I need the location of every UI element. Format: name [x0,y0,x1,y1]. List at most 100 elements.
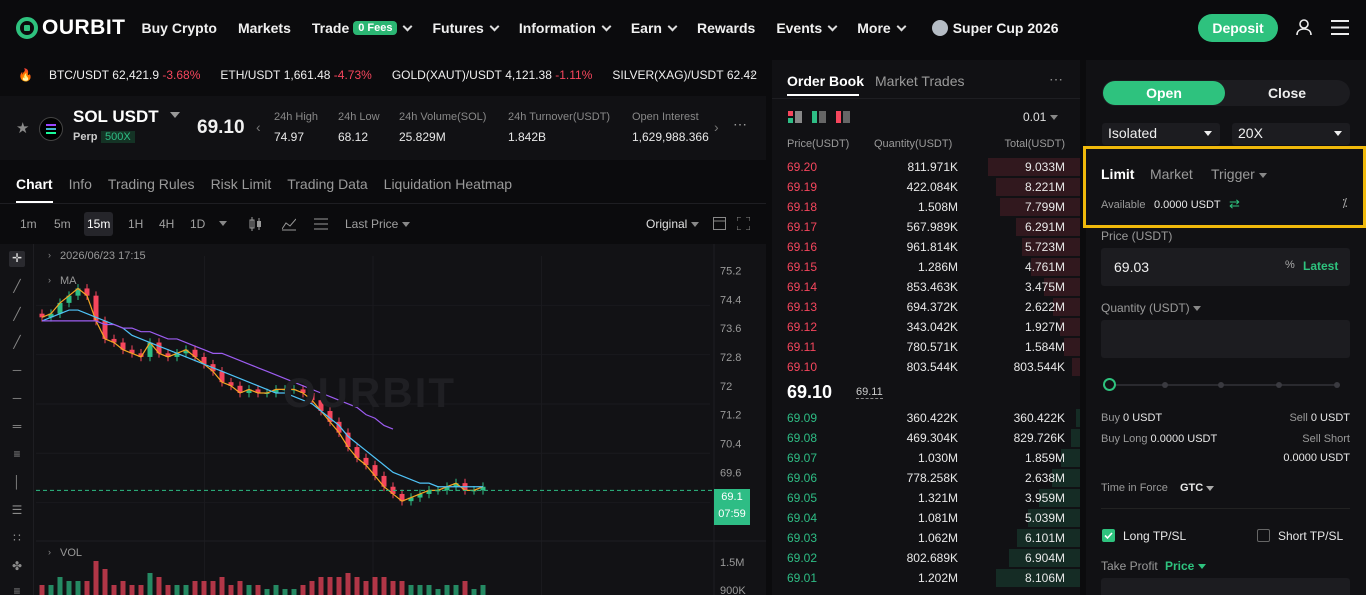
horizontal-ray-icon[interactable]: ─ [9,391,25,407]
ticker-item[interactable]: ETH/USDT 1,661.48 -4.73% [220,68,371,82]
bid-row[interactable]: 69.05 1.321M 3.959M [772,488,1080,508]
close-tab[interactable]: Close [1226,81,1348,105]
chart-area[interactable]: 75.2 74.4 73.6 72.8 72 71.2 70.4 69.6 1.5M 900K 2… [0,244,766,595]
price-chart[interactable]: 75.2 74.4 73.6 72.8 72 71.2 70.4 69.6 1.5M 900K [0,244,766,595]
slider-step[interactable] [1276,382,1282,388]
nav-more[interactable]: More [857,20,907,36]
margin-mode-select[interactable]: Isolated [1102,123,1220,145]
more-tools-icon[interactable]: ≡ [9,584,25,595]
ma-label[interactable]: MA [60,275,77,287]
stats-prev-icon[interactable]: ‹ [256,119,261,135]
time-in-force-select[interactable]: GTC [1180,482,1215,494]
tab-market-trades[interactable]: Market Trades [875,73,964,89]
quantity-label-select[interactable]: Quantity (USDT) [1101,301,1202,315]
book-bids-icon[interactable] [812,111,826,123]
nav-markets[interactable]: Markets [238,20,291,36]
nav-earn[interactable]: Earn [631,20,678,36]
symbol-name[interactable]: SOL USDT [73,107,159,127]
short-tpsl-label[interactable]: Short TP/SL [1278,529,1343,543]
stats-next-icon[interactable]: › [714,119,719,135]
crosshair-tool-icon[interactable]: ✛ [9,251,25,267]
interval-1h[interactable]: 1H [128,217,143,231]
price-line-icon[interactable]: ≡ [9,447,25,463]
indicator-icon[interactable] [282,217,296,231]
ask-row[interactable]: 69.12 343.042K 1.927M [772,317,1080,337]
pattern-icon[interactable]: ∷ [9,531,25,547]
interval-15m[interactable]: 15m [84,212,114,236]
nav-information[interactable]: Information [519,20,612,36]
collapse-arrow-icon[interactable]: › [48,250,51,260]
menu-icon[interactable] [1331,20,1349,35]
tab-order-book[interactable]: Order Book [787,73,864,89]
bid-row[interactable]: 69.08 469.304K 829.726K [772,428,1080,448]
book-both-icon[interactable] [788,111,802,123]
ask-row[interactable]: 69.10 803.544K 803.544K [772,357,1080,377]
ask-row[interactable]: 69.15 1.286M 4.761M [772,257,1080,277]
vol-label[interactable]: VOL [60,547,82,559]
bid-row[interactable]: 69.03 1.062M 6.101M [772,528,1080,548]
vertical-line-icon[interactable]: │ [9,475,25,491]
ticker-item[interactable]: GOLD(XAUT)/USDT 4,121.38 -1.11% [392,68,593,82]
bid-row[interactable]: 69.04 1.081M 5.039M [772,508,1080,528]
nav-rewards[interactable]: Rewards [697,20,755,36]
logo[interactable]: OURBIT [16,16,126,40]
collapse-arrow-icon[interactable]: › [48,547,51,557]
leverage-select[interactable]: 20X [1232,123,1350,145]
bid-row[interactable]: 69.01 1.202M 8.106M [772,568,1080,588]
interval-4h[interactable]: 4H [159,217,174,231]
ask-row[interactable]: 69.20 811.971K 9.033M [772,157,1080,177]
long-tpsl-checkbox[interactable] [1102,529,1115,542]
long-tpsl-label[interactable]: Long TP/SL [1123,529,1186,543]
precision-select[interactable]: 0.01 [1023,110,1058,124]
ticker-item[interactable]: SILVER(XAG)/USDT 62.42 [612,68,757,82]
extended-line-icon[interactable]: ╱ [9,335,25,351]
ask-row[interactable]: 69.19 422.084K 8.221M [772,177,1080,197]
open-tab[interactable]: Open [1103,81,1225,105]
slider-step[interactable] [1334,382,1340,388]
ray-line-icon[interactable]: ╱ [9,307,25,323]
deposit-button[interactable]: Deposit [1198,14,1278,42]
ask-row[interactable]: 69.13 694.372K 2.622M [772,297,1080,317]
nav-futures[interactable]: Futures [432,20,500,36]
tab-risk-limit[interactable]: Risk Limit [211,167,272,203]
super-cup-link[interactable]: Super Cup 2026 [931,20,1059,36]
brush-icon[interactable]: ✤ [9,559,25,575]
view-select[interactable]: Original [646,217,699,231]
ticker-next-icon[interactable]: › [750,66,754,80]
ask-row[interactable]: 69.18 1.508M 7.799M [772,197,1080,217]
fullscreen-icon[interactable] [737,217,750,230]
ob-mark-price[interactable]: 69.11 [856,386,883,399]
ticker-item[interactable]: BTC/USDT 62,421.9 -3.68% [49,68,200,82]
nav-trade[interactable]: Trade 0 Fees [312,20,413,36]
more-options-icon[interactable]: ⋯ [1049,71,1063,88]
parallel-channel-icon[interactable]: ═ [9,419,25,435]
take-profit-input[interactable] [1101,578,1350,595]
bid-row[interactable]: 69.07 1.030M 1.859M [772,448,1080,468]
interval-more-icon[interactable] [219,221,227,226]
take-profit-mode-select[interactable]: Price [1165,559,1206,573]
price-type-select[interactable]: Last Price [345,217,410,231]
tab-chart[interactable]: Chart [16,167,53,203]
bid-row[interactable]: 69.06 778.258K 2.638M [772,468,1080,488]
latest-button[interactable]: Latest [1303,259,1338,273]
fib-icon[interactable]: ☰ [9,503,25,519]
tab-info[interactable]: Info [69,167,92,203]
ask-row[interactable]: 69.11 780.571K 1.584M [772,337,1080,357]
interval-5m[interactable]: 5m [54,217,71,231]
bid-row[interactable]: 69.02 802.689K 6.904M [772,548,1080,568]
slider-step[interactable] [1218,382,1224,388]
favorite-star-icon[interactable]: ★ [16,119,29,137]
more-options-icon[interactable]: ⋯ [733,116,748,133]
symbol-dropdown-icon[interactable] [170,112,180,118]
price-input[interactable]: 69.03 % Latest [1101,248,1350,286]
user-icon[interactable] [1295,18,1313,36]
nav-buy-crypto[interactable]: Buy Crypto [142,20,217,36]
ask-row[interactable]: 69.16 961.814K 5.723M [772,237,1080,257]
book-asks-icon[interactable] [836,111,850,123]
interval-1m[interactable]: 1m [20,217,37,231]
tab-trading-rules[interactable]: Trading Rules [108,167,195,203]
candlestick-icon[interactable] [248,217,262,231]
percent-icon[interactable]: % [1285,259,1295,271]
nav-events[interactable]: Events [776,20,838,36]
quantity-slider-handle[interactable] [1103,378,1116,391]
